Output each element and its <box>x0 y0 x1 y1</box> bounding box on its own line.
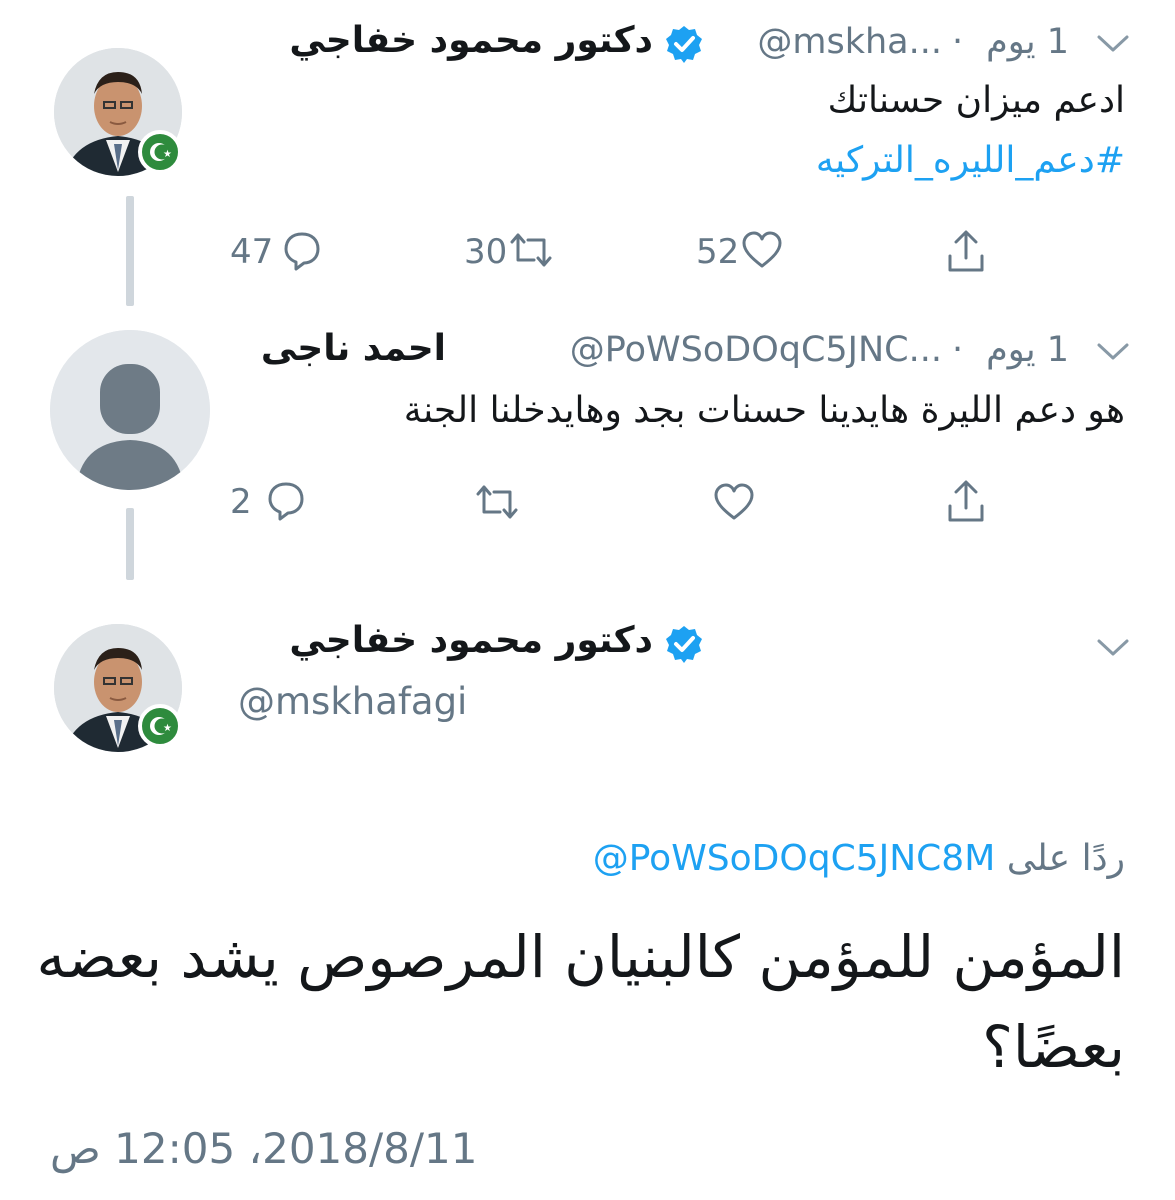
tweet-time[interactable]: 1 يوم <box>986 22 1069 62</box>
tweet-text-line-1: المؤمن للمؤمن كالبنيان المرصوص يشد بعضه <box>36 923 1126 991</box>
flag-badge-icon: ★ <box>138 130 182 174</box>
chevron-down-icon[interactable] <box>1096 638 1130 658</box>
display-name[interactable]: دكتور محمود خفاجي <box>289 620 653 661</box>
retweet-icon[interactable] <box>474 482 520 522</box>
display-name[interactable]: دكتور محمود خفاجي <box>289 20 653 61</box>
flag-badge-icon: ★ <box>138 704 182 748</box>
heart-icon[interactable] <box>712 482 756 522</box>
reply-prefix: ردًا على <box>1006 838 1125 879</box>
user-handle[interactable]: @mskha... <box>718 22 942 62</box>
like-count: 52 <box>696 232 740 272</box>
chevron-down-icon[interactable] <box>1096 34 1130 54</box>
reply-bubble-icon[interactable] <box>282 230 322 272</box>
chevron-down-icon[interactable] <box>1096 342 1130 362</box>
tweet-text: ادعم ميزان حسناتك <box>827 80 1125 121</box>
svg-text:★: ★ <box>163 723 172 734</box>
heart-icon[interactable] <box>740 230 784 270</box>
hashtag-link[interactable]: #دعم_الليره_التركيه <box>816 140 1125 181</box>
user-handle[interactable]: @PoWSoDOqC5JNC... <box>560 330 942 370</box>
share-icon[interactable] <box>944 478 988 524</box>
reply-count: 47 <box>230 232 274 272</box>
user-handle[interactable]: @mskhafagi <box>238 680 467 723</box>
thread-line <box>126 508 134 580</box>
tweet-text-line-2: بعضًا؟ <box>982 1013 1125 1081</box>
thread-line <box>126 196 134 306</box>
verified-badge-icon <box>666 26 702 63</box>
reply-mention-link[interactable]: @PoWSoDOqC5JNC8M <box>593 838 996 879</box>
verified-badge-icon <box>666 626 702 663</box>
display-name[interactable]: احمد ناجى <box>238 328 446 369</box>
tweet-text: هو دعم الليرة هايدينا حسنات بجد وهايدخلن… <box>403 390 1125 431</box>
meta-separator: · <box>952 330 964 370</box>
share-icon[interactable] <box>944 228 988 274</box>
reply-bubble-icon[interactable] <box>266 480 306 522</box>
svg-text:★: ★ <box>163 149 172 160</box>
tweet-timestamp[interactable]: 2018/8/11، 12:05 ص <box>50 1124 477 1173</box>
reply-count: 2 <box>230 482 252 522</box>
retweet-icon[interactable] <box>508 230 554 270</box>
retweet-count: 30 <box>464 232 508 272</box>
reply-context: ردًا على @PoWSoDOqC5JNC8M <box>593 838 1125 879</box>
avatar[interactable] <box>50 330 210 490</box>
tweet-time[interactable]: 1 يوم <box>986 330 1069 370</box>
meta-separator: · <box>952 22 964 62</box>
